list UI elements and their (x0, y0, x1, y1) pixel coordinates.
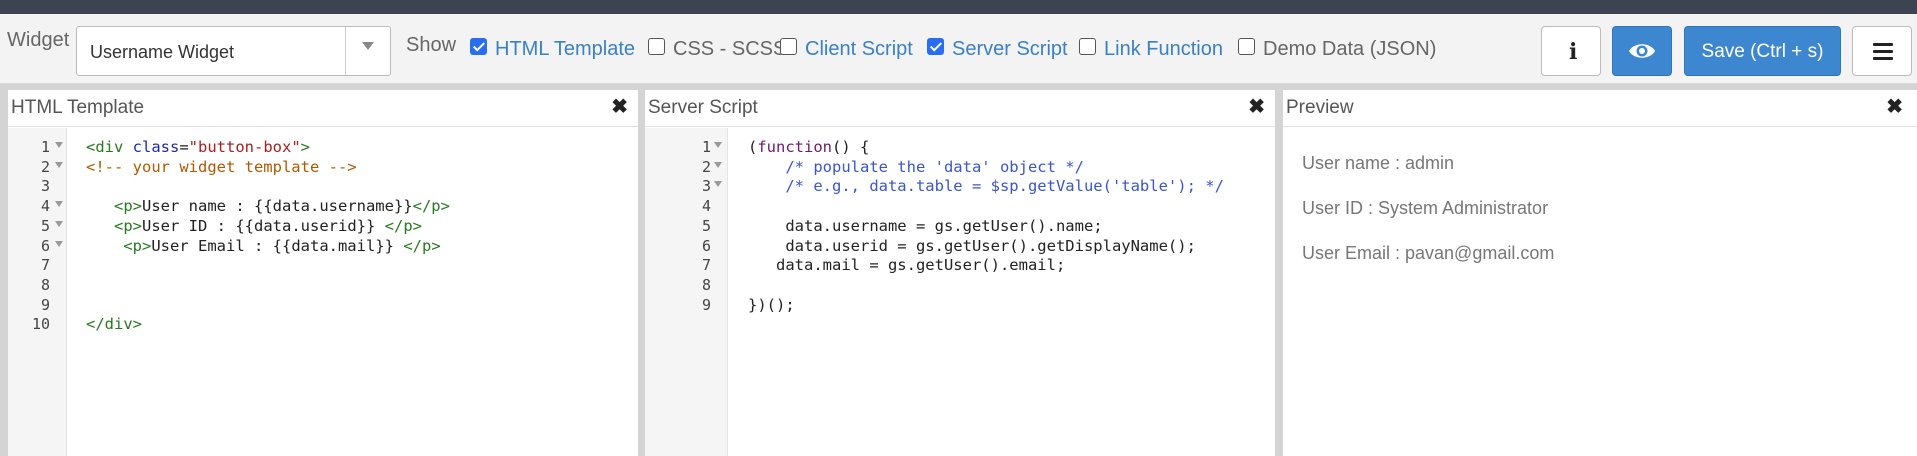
demo-data-checkbox[interactable] (1238, 38, 1255, 55)
code-text: /* populate the 'data' object */ (748, 157, 1084, 176)
preview-toggle-button[interactable] (1612, 26, 1672, 76)
link-function-checkbox[interactable] (1079, 38, 1096, 55)
client-script-checkbox[interactable] (780, 38, 797, 55)
show-label: Show (406, 34, 457, 56)
preview-panel-header: Preview ✖ (1283, 90, 1917, 127)
server-script-checkbox[interactable] (927, 38, 944, 55)
fold-arrow-icon[interactable] (55, 240, 63, 247)
code-text: })(); (748, 295, 795, 314)
code-text: <p>User name : {{data.username}}</p> (114, 197, 450, 216)
fold-arrow-icon[interactable] (714, 181, 722, 188)
fold-arrow-icon[interactable] (714, 161, 722, 168)
widget-select[interactable]: Username Widget (76, 26, 391, 76)
html-template-checkbox[interactable] (470, 38, 487, 55)
code-line[interactable]: 10 </div> (8, 313, 628, 337)
save-button[interactable]: Save (Ctrl + s) (1684, 26, 1841, 76)
line-number: 4 (701, 197, 711, 216)
toggle-link-function-label[interactable]: Link Function (1104, 38, 1223, 61)
panel-title: Server Script (648, 97, 758, 118)
line-number: 2 (40, 157, 50, 176)
preview-text-line: User name : admin (1302, 153, 1455, 173)
toggle-server-script-label[interactable]: Server Script (952, 38, 1068, 61)
fold-arrow-icon[interactable] (55, 161, 63, 168)
preview-text-line: User Email : pavan@gmail.com (1302, 243, 1555, 263)
save-button-label: Save (Ctrl + s) (1701, 41, 1824, 62)
toggle-server-script[interactable]: Server Script (927, 36, 1068, 61)
code-text: data.userid = gs.getUser().getDisplayNam… (748, 236, 1196, 255)
line-number: 9 (40, 295, 50, 314)
panel-title: HTML Template (11, 97, 145, 118)
line-number: 8 (40, 275, 50, 294)
info-button[interactable]: i (1541, 26, 1601, 76)
line-number: 7 (701, 256, 711, 275)
app-top-bar (0, 0, 1917, 14)
fold-arrow-icon[interactable] (55, 142, 63, 148)
preview-panel: Preview ✖ User name : admin User ID : Sys… (1283, 90, 1917, 456)
eye-icon (1629, 44, 1655, 58)
toggle-demo-data-label[interactable]: Demo Data (JSON) (1263, 38, 1436, 61)
line-number: 3 (40, 177, 50, 196)
preview-text-line: User ID : System Administrator (1302, 198, 1549, 218)
fold-arrow-icon[interactable] (55, 201, 63, 208)
code-text: <p>User Email : {{data.mail}} </p> (123, 236, 441, 255)
widget-editor-toolbar: Widget Username Widget Show HTML Templat… (0, 14, 1917, 84)
line-number: 5 (40, 216, 50, 235)
html-template-panel: HTML Template ✖ 1 <div class="button-box"… (8, 90, 638, 456)
line-number: 7 (40, 256, 50, 275)
code-text: data.mail = gs.getUser().email; (748, 256, 1066, 275)
close-icon[interactable]: ✖ (1248, 94, 1265, 119)
line-number: 5 (701, 216, 711, 235)
hamburger-menu-icon (1873, 43, 1893, 60)
line-number: 4 (40, 197, 50, 216)
css-scss-checkbox[interactable] (648, 38, 665, 55)
code-text: <p>User ID : {{data.userid}} </p> (114, 216, 422, 235)
toggle-css-scss-label[interactable]: CSS - SCSS (673, 38, 786, 61)
menu-button[interactable] (1852, 26, 1912, 76)
toggle-link-function[interactable]: Link Function (1079, 36, 1223, 60)
line-number: 1 (40, 138, 50, 156)
line-number: 1 (701, 138, 711, 156)
toggle-html-template-label[interactable]: HTML Template (495, 38, 635, 61)
code-text: (function() { (748, 138, 870, 156)
line-number: 10 (31, 315, 50, 334)
line-number: 8 (701, 275, 711, 294)
fold-arrow-icon[interactable] (714, 142, 722, 148)
line-number: 2 (701, 157, 711, 176)
line-number: 3 (701, 177, 711, 196)
toggle-css-scss[interactable]: CSS - SCSS (648, 36, 786, 60)
server-script-panel-header: Server Script ✖ (645, 90, 1275, 127)
widget-label: Widget (7, 29, 70, 51)
widget-select-value: Username Widget (90, 42, 235, 62)
close-icon[interactable]: ✖ (611, 94, 628, 119)
line-number: 6 (701, 236, 711, 255)
chevron-down-icon[interactable] (362, 42, 374, 50)
fold-arrow-icon[interactable] (55, 220, 63, 227)
line-number: 9 (701, 295, 711, 314)
code-text: </div> (86, 315, 143, 334)
code-line[interactable]: 9 })(); (645, 294, 1265, 318)
info-icon: i (1569, 39, 1578, 65)
toggle-html-template[interactable]: HTML Template (470, 36, 640, 60)
panel-title: Preview (1286, 97, 1354, 118)
close-icon[interactable]: ✖ (1886, 94, 1903, 119)
server-script-panel: Server Script ✖ 1 (function() { 2 /* popul… (645, 90, 1275, 456)
code-text: <div class="button-box"> (86, 138, 310, 156)
toggle-client-script-label[interactable]: Client Script (805, 38, 913, 61)
code-text: data.username = gs.getUser().name; (748, 216, 1103, 235)
html-template-panel-header: HTML Template ✖ (8, 90, 638, 127)
toggle-client-script[interactable]: Client Script (780, 36, 920, 60)
code-text: <!-- your widget template --> (86, 157, 357, 176)
code-text: /* e.g., data.table = $sp.getValue('tabl… (748, 177, 1224, 196)
widget-select-divider (345, 27, 346, 75)
line-number: 6 (40, 236, 50, 255)
toggle-demo-data[interactable]: Demo Data (JSON) (1238, 36, 1436, 60)
